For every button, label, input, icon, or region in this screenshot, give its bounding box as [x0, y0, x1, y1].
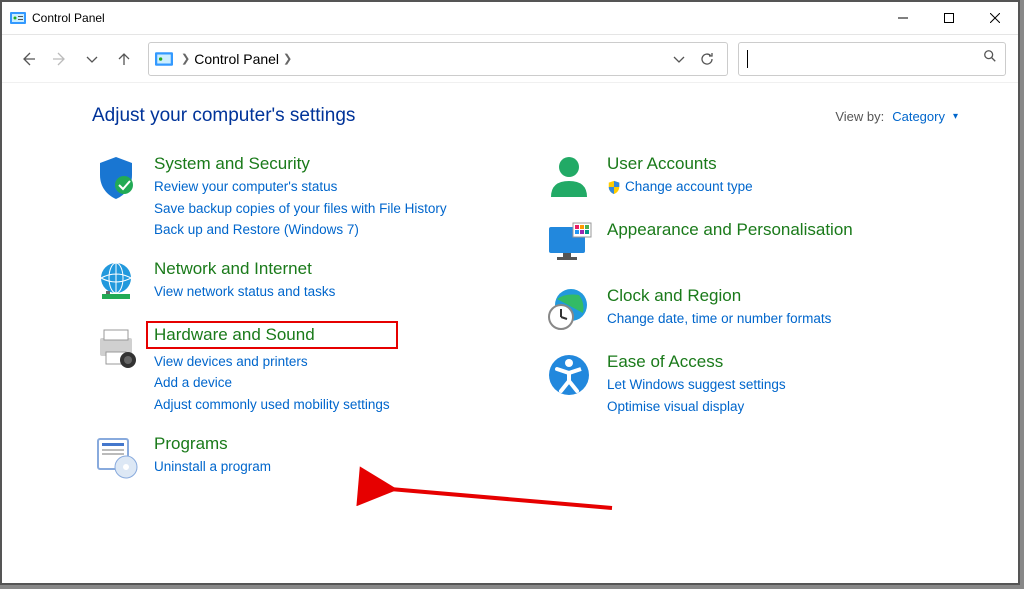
accessibility-icon — [545, 351, 593, 399]
breadcrumb-icon — [155, 50, 173, 68]
uac-shield-icon — [607, 180, 621, 194]
view-by-label: View by: — [835, 109, 884, 124]
printer-icon — [92, 324, 140, 372]
sublink[interactable]: Back up and Restore (Windows 7) — [154, 220, 447, 240]
breadcrumb-separator: ❯ — [283, 52, 292, 65]
toolbar: ❯ Control Panel ❯ — [2, 35, 1018, 83]
category-title[interactable]: Programs — [154, 433, 271, 455]
category-title[interactable]: Ease of Access — [607, 351, 786, 373]
view-by-value: Category — [892, 109, 945, 124]
category-title[interactable]: System and Security — [154, 153, 447, 175]
user-icon — [545, 153, 593, 201]
maximize-button[interactable] — [926, 2, 972, 34]
titlebar: Control Panel — [2, 2, 1018, 35]
sublink[interactable]: Uninstall a program — [154, 457, 271, 477]
window-title: Control Panel — [32, 11, 880, 25]
refresh-button[interactable] — [693, 45, 721, 73]
back-button[interactable] — [14, 45, 42, 73]
minimize-button[interactable] — [880, 2, 926, 34]
content-header: Adjust your computer's settings View by:… — [92, 105, 958, 127]
forward-button[interactable] — [46, 45, 74, 73]
category-hardware-sound: Hardware and Sound View devices and prin… — [92, 324, 505, 415]
address-dropdown[interactable] — [665, 45, 693, 73]
search-icon — [983, 49, 997, 68]
sublink[interactable]: Review your computer's status — [154, 177, 447, 197]
category-network: Network and Internet View network status… — [92, 258, 505, 306]
sublink[interactable]: Add a device — [154, 373, 390, 393]
category-title[interactable]: Clock and Region — [607, 285, 831, 307]
sublink[interactable]: Let Windows suggest settings — [607, 375, 786, 395]
control-panel-icon — [10, 10, 26, 26]
search-input[interactable] — [738, 42, 1006, 76]
category-user-accounts: User Accounts Change account type — [545, 153, 958, 201]
sublink[interactable]: Change date, time or number formats — [607, 309, 831, 329]
annotation-arrow — [382, 481, 622, 526]
sublink[interactable]: Optimise visual display — [607, 397, 786, 417]
category-grid: System and Security Review your computer… — [92, 153, 958, 481]
category-title[interactable]: Network and Internet — [154, 258, 335, 280]
breadcrumb-separator: ❯ — [181, 52, 190, 65]
sublink[interactable]: Change account type — [625, 177, 753, 197]
category-title[interactable]: User Accounts — [607, 153, 753, 175]
programs-icon — [92, 433, 140, 481]
monitor-icon — [545, 219, 593, 267]
category-appearance: Appearance and Personalisation — [545, 219, 958, 267]
shield-icon — [92, 153, 140, 201]
sublink[interactable]: Save backup copies of your files with Fi… — [154, 199, 447, 219]
recent-dropdown[interactable] — [78, 45, 106, 73]
right-column: User Accounts Change account type — [545, 153, 958, 481]
breadcrumb-root[interactable]: Control Panel — [194, 51, 279, 67]
close-button[interactable] — [972, 2, 1018, 34]
up-button[interactable] — [110, 45, 138, 73]
category-programs: Programs Uninstall a program — [92, 433, 505, 481]
category-clock-region: Clock and Region Change date, time or nu… — [545, 285, 958, 333]
sublink[interactable]: Adjust commonly used mobility settings — [154, 395, 390, 415]
window: Control Panel ❯ Control Panel ❯ — [0, 0, 1020, 585]
sublink[interactable]: View devices and printers — [154, 352, 390, 372]
search-cursor — [747, 50, 748, 68]
globe-icon — [92, 258, 140, 306]
left-column: System and Security Review your computer… — [92, 153, 505, 481]
page-title: Adjust your computer's settings — [92, 105, 355, 127]
category-title[interactable]: Appearance and Personalisation — [607, 219, 853, 241]
category-system-security: System and Security Review your computer… — [92, 153, 505, 240]
view-by-control[interactable]: View by: Category ▾ — [835, 109, 958, 124]
address-bar[interactable]: ❯ Control Panel ❯ — [148, 42, 728, 76]
content-area: Adjust your computer's settings View by:… — [2, 83, 1018, 583]
category-title-highlighted[interactable]: Hardware and Sound — [146, 321, 398, 349]
sublink[interactable]: View network status and tasks — [154, 282, 335, 302]
chevron-down-icon: ▾ — [953, 111, 958, 122]
clock-globe-icon — [545, 285, 593, 333]
category-ease-of-access: Ease of Access Let Windows suggest setti… — [545, 351, 958, 416]
